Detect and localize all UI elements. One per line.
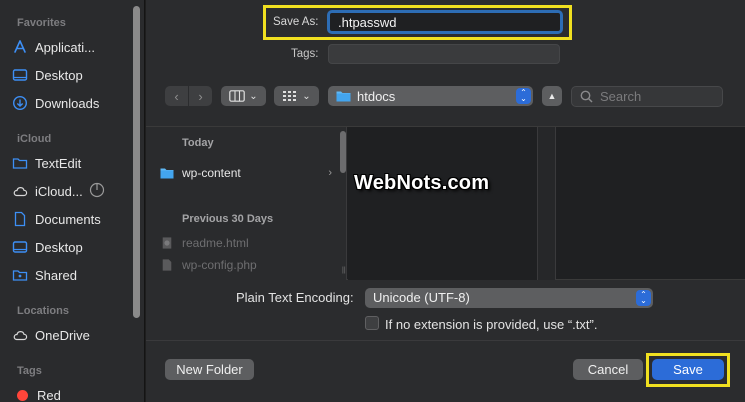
sidebar-item-label: Red [37,387,61,402]
sidebar-item-icloud-drive[interactable]: iCloud... [12,180,132,202]
list-item-wp-config[interactable]: wp-config.php [160,255,340,275]
file-name: readme.html [182,236,249,250]
html-file-icon [162,237,172,249]
sidebar-item-label: Applicati... [35,39,95,55]
sidebar-item-label: Shared [35,267,77,283]
cancel-button[interactable]: Cancel [573,359,643,380]
browser-column-2 [348,127,538,280]
forward-button[interactable]: › [189,86,212,106]
document-icon [162,259,172,271]
popup-stepper-icon: ⌃ ⌄ [516,88,531,104]
location-popup[interactable]: htdocs ⌃ ⌄ [328,86,533,106]
search-placeholder: Search [600,89,642,104]
sidebar-item-desktop-icloud[interactable]: Desktop [12,236,132,258]
column-view-icon [229,90,246,102]
cloud-icon [12,183,28,199]
column-resize-handle[interactable]: || [342,267,346,274]
chevron-left-icon: ‹ [174,88,179,104]
chevron-right-icon: › [328,167,332,179]
sidebar-heading-tags: Tags [17,365,42,377]
sidebar-heading-icloud: iCloud [17,133,52,145]
search-icon [580,90,593,103]
browser-column-1: Today wp-content › Previous 30 Days read… [146,127,347,280]
grid-view-icon [283,91,297,101]
sync-progress-icon [89,182,105,201]
downloads-icon [12,95,28,111]
shared-folder-icon [12,267,28,283]
chevron-up-icon: ▲ [547,91,557,101]
column-scrollbar[interactable] [340,131,346,173]
encoding-value: Unicode (UTF-8) [373,290,470,305]
chevron-down-icon: ⌄ [249,90,258,102]
desktop-icon [12,67,28,83]
group-heading-today: Today [182,137,214,149]
history-nav: ‹ › [165,86,212,106]
chevron-down-icon: ⌄ [302,90,311,102]
sidebar-item-onedrive[interactable]: OneDrive [12,324,132,346]
browser-column-divider[interactable] [538,127,556,280]
encoding-popup[interactable]: Unicode (UTF-8) ⌃ ⌄ [365,288,653,308]
sidebar-heading-locations: Locations [17,305,69,317]
sidebar-item-label: Desktop [35,239,83,255]
location-label: htdocs [357,88,396,104]
file-name: wp-config.php [182,258,257,272]
folder-icon [12,155,28,171]
cloud-icon [12,327,28,343]
extension-checkbox-label: If no extension is provided, use “.txt”. [385,317,598,332]
sidebar-item-label: Downloads [35,95,100,111]
sidebar-item-label: OneDrive [35,327,90,343]
tags-input[interactable] [328,44,560,64]
new-folder-button[interactable]: New Folder [165,359,254,380]
folder-icon [160,168,174,179]
list-item-readme[interactable]: readme.html [160,233,340,253]
sidebar-item-documents[interactable]: Documents [12,208,132,230]
sidebar-item-label: TextEdit [35,155,82,171]
back-button[interactable]: ‹ [165,86,188,106]
document-icon [12,211,28,227]
sidebar-item-textedit[interactable]: TextEdit [12,152,132,174]
sidebar-item-desktop[interactable]: Desktop [12,64,132,86]
file-browser: Today wp-content › Previous 30 Days read… [146,126,745,280]
save-as-input[interactable]: .htpasswd [327,10,563,34]
sidebar-item-label: iCloud... [35,183,83,199]
file-name: wp-content [182,166,241,180]
collapse-button[interactable]: ▲ [542,86,562,106]
encoding-label: Plain Text Encoding: [236,290,354,305]
search-field[interactable]: Search [571,86,723,107]
save-button[interactable]: Save [652,359,724,380]
sidebar-item-shared[interactable]: Shared [12,264,132,286]
sidebar-item-label: Desktop [35,67,83,83]
extension-checkbox[interactable] [365,316,379,330]
chevron-right-icon: › [198,88,203,104]
tags-label: Tags: [291,48,319,60]
sidebar-scrollbar[interactable] [133,6,140,318]
popup-stepper-icon: ⌃ ⌄ [636,290,651,306]
sidebar-heading-favorites: Favorites [17,17,66,29]
footer-divider [146,340,745,341]
group-heading-previous: Previous 30 Days [182,213,274,225]
list-item-wp-content[interactable]: wp-content › [160,163,340,183]
applications-icon [12,39,28,55]
red-tag-dot-icon [17,389,28,401]
folder-icon [336,91,351,102]
sidebar: Favorites Applicati... Desktop Downloads… [0,0,145,402]
sidebar-item-label: Documents [35,211,101,227]
sidebar-item-applications[interactable]: Applicati... [12,36,132,58]
column-view-button[interactable]: ⌄ [221,86,266,106]
group-view-button[interactable]: ⌄ [274,86,319,106]
watermark: WebNots.com [354,172,490,194]
sidebar-item-downloads[interactable]: Downloads [12,92,132,114]
save-as-label: Save As: [273,16,319,28]
desktop-icon [12,239,28,255]
sidebar-item-tag-red[interactable]: Red [12,384,132,402]
